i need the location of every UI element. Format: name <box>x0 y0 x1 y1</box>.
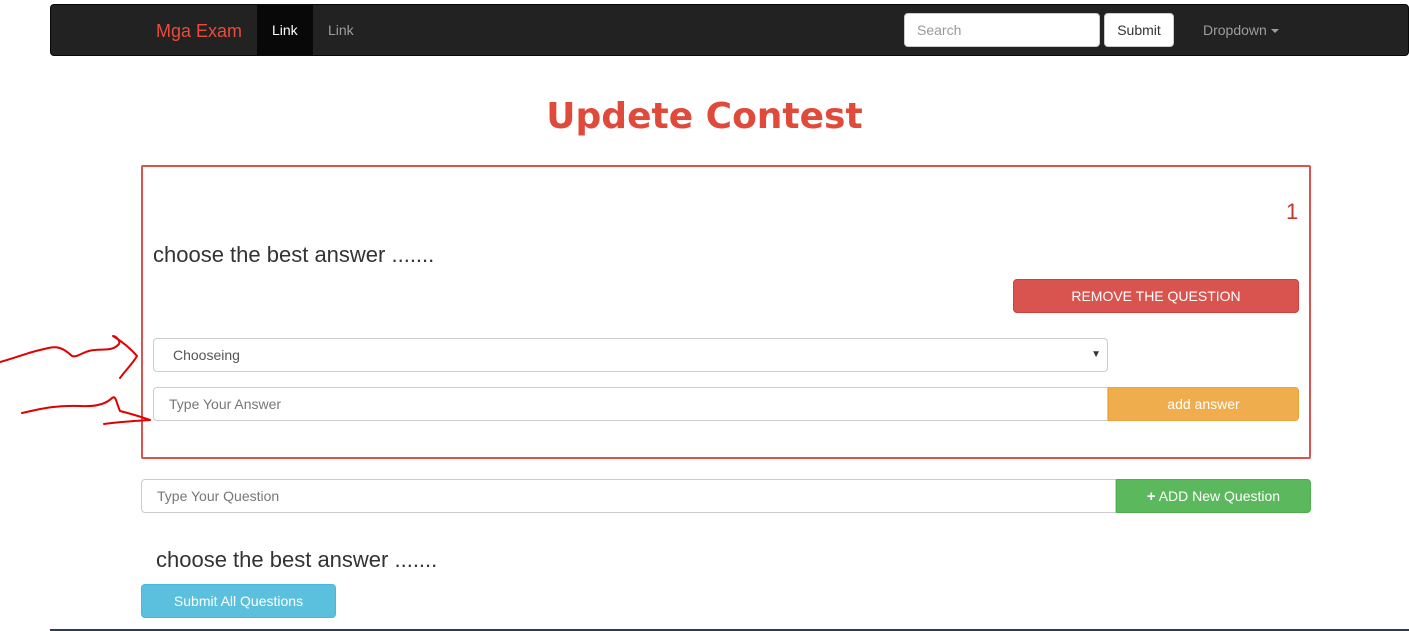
footer-question-text: choose the best answer ....... <box>156 547 438 572</box>
answer-input[interactable] <box>153 387 1108 421</box>
plus-icon: + <box>1146 487 1156 505</box>
top-navbar: Mga Exam Link Link Submit Dropdown <box>50 4 1409 56</box>
add-new-question-button[interactable]: + ADD New Question <box>1116 479 1311 513</box>
navbar-search-input[interactable] <box>904 13 1100 47</box>
caret-down-icon <box>1270 29 1279 34</box>
nav-link-second[interactable]: Link <box>313 5 369 55</box>
new-question-input[interactable] <box>141 479 1116 513</box>
navbar-dropdown[interactable]: Dropdown <box>1203 5 1279 55</box>
add-new-question-label: ADD New Question <box>1158 487 1281 504</box>
dropdown-label: Dropdown <box>1203 22 1267 38</box>
add-answer-button[interactable]: add answer <box>1108 387 1299 421</box>
nav-link-active[interactable]: Link <box>257 5 313 55</box>
select-arrow-icon: ▼ <box>1091 349 1101 360</box>
question-number: 1 <box>1286 199 1299 224</box>
navbar-submit-button[interactable]: Submit <box>1104 13 1174 47</box>
question-text: choose the best answer ....... <box>153 242 435 267</box>
select-value: Chooseing <box>173 347 240 363</box>
arrow-to-select-icon <box>0 335 138 379</box>
remove-question-button[interactable]: REMOVE THE QUESTION <box>1013 279 1299 313</box>
arrow-to-answer-input-icon <box>21 396 151 425</box>
navbar-brand[interactable]: Mga Exam <box>156 21 242 42</box>
submit-all-questions-button[interactable]: Submit All Questions <box>141 584 336 618</box>
answer-type-select[interactable]: Chooseing ▼ <box>153 338 1108 372</box>
page-title: Updete Contest <box>546 96 863 137</box>
